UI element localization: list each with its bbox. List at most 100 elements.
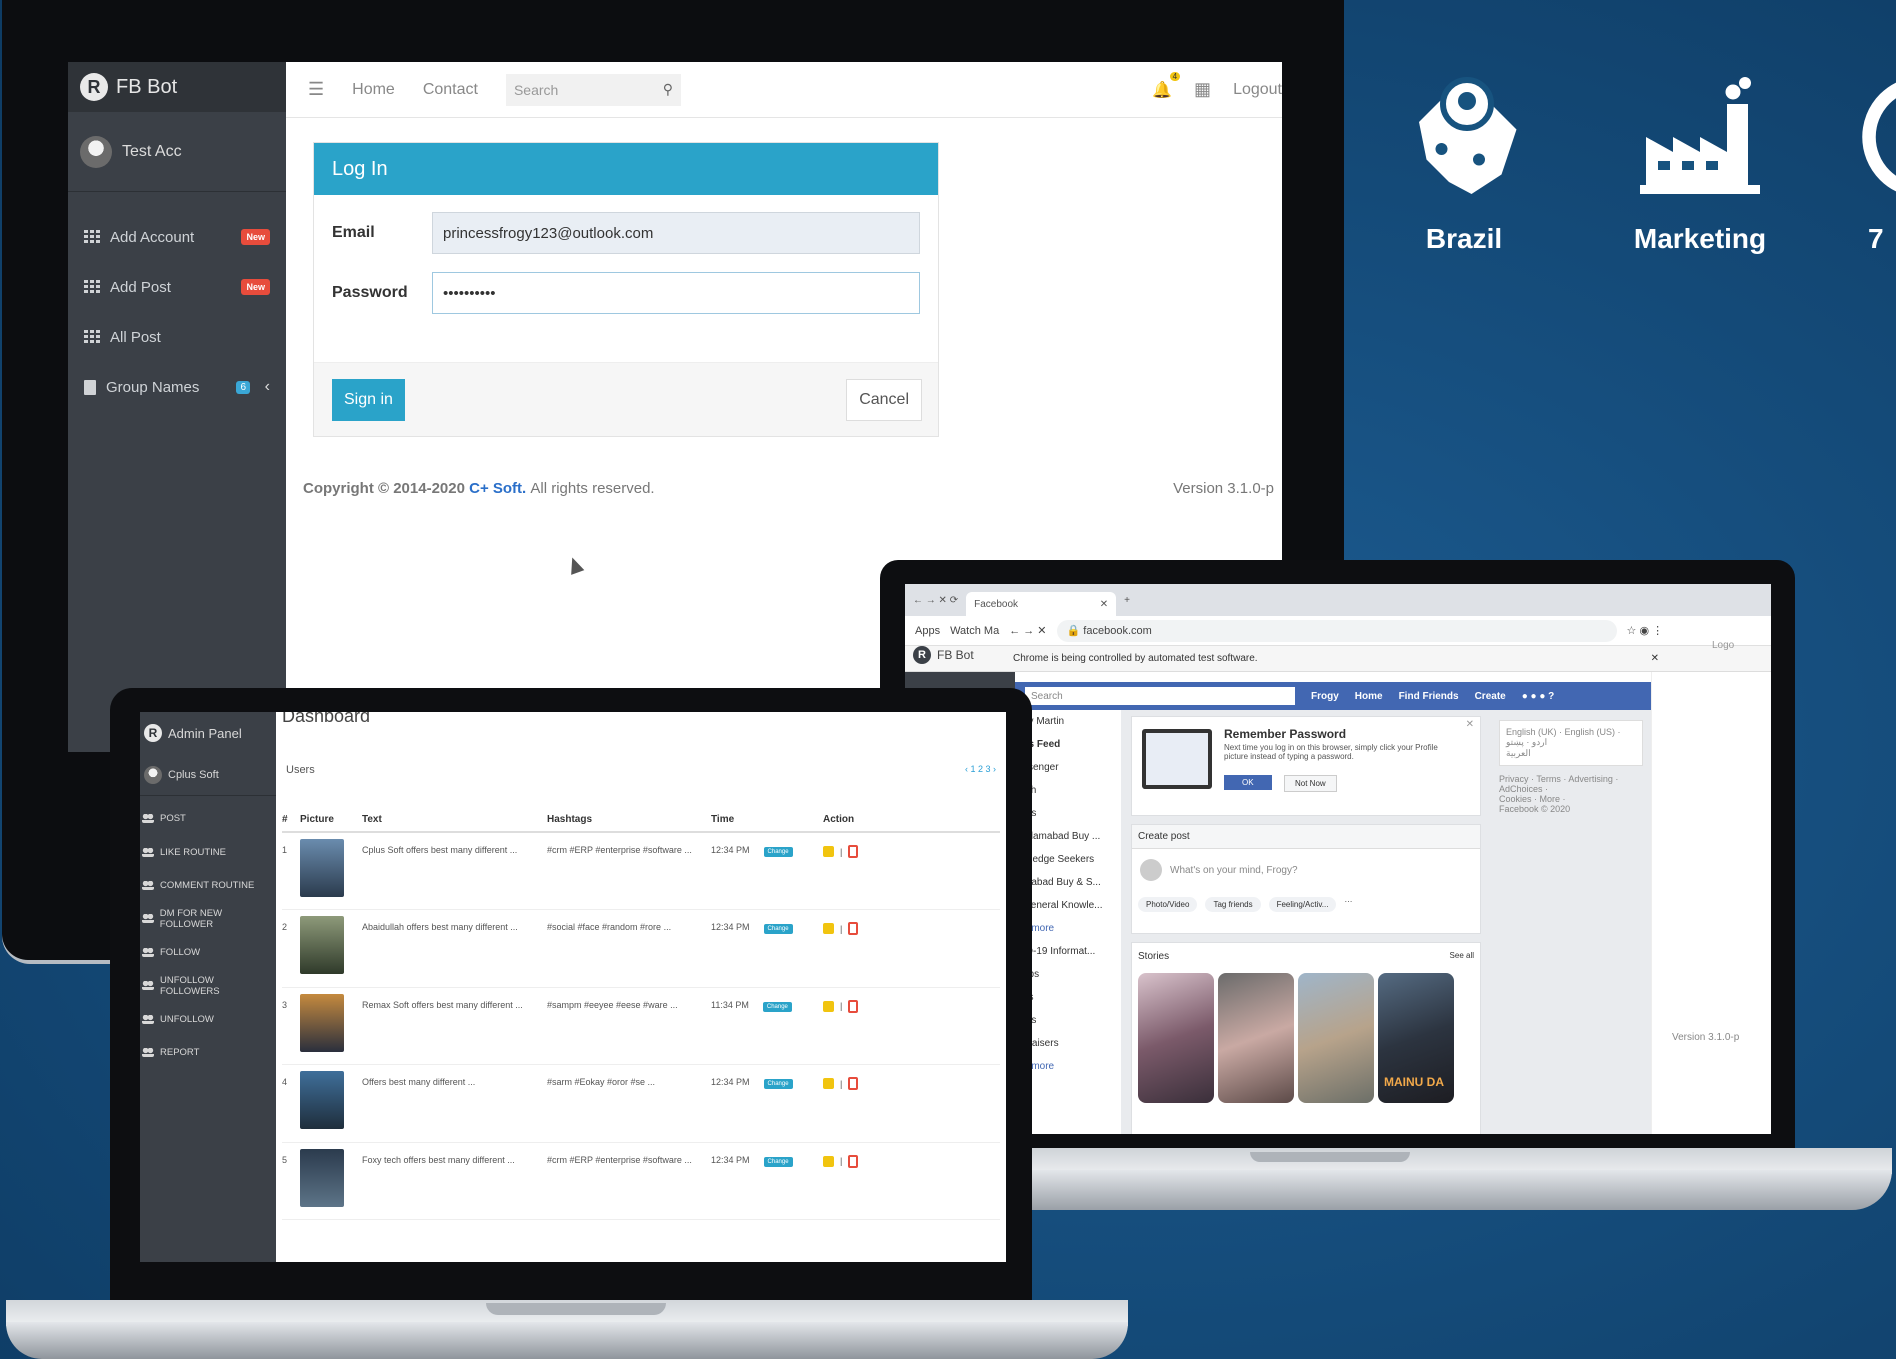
- post-thumbnail[interactable]: [300, 1148, 344, 1207]
- fb-notification-icons[interactable]: ● ● ● ?: [1522, 691, 1555, 702]
- time-text: 12:34 PM: [711, 922, 750, 933]
- nav-home[interactable]: Home: [352, 81, 395, 99]
- post-thumbnail[interactable]: [300, 1071, 344, 1130]
- languages-text-2[interactable]: العربية: [1506, 748, 1636, 759]
- footer-links[interactable]: Privacy · Terms · Advertising · AdChoice…: [1499, 774, 1643, 794]
- sidebar-item-add-post[interactable]: Add Post New: [68, 262, 286, 312]
- change-button[interactable]: Change: [763, 1079, 793, 1090]
- close-icon[interactable]: ✕: [1100, 599, 1108, 610]
- sidebar-item-all-post[interactable]: All Post: [68, 312, 286, 362]
- delete-icon[interactable]: [848, 1154, 859, 1168]
- pagination[interactable]: ‹ 1 2 3 ›: [965, 764, 996, 774]
- fb-nav-home[interactable]: Home: [1355, 691, 1383, 702]
- logout-link[interactable]: Logout: [1233, 81, 1282, 99]
- search-input[interactable]: Search ⚲: [505, 73, 681, 106]
- sidebar-item-follow[interactable]: FOLLOW: [140, 936, 276, 969]
- new-tab-icon[interactable]: +: [1124, 595, 1130, 606]
- delete-icon[interactable]: [848, 999, 859, 1013]
- password-field[interactable]: [432, 272, 920, 314]
- feeling-button[interactable]: Feeling/Activ...: [1268, 897, 1337, 912]
- row-actions: |: [823, 987, 1000, 1066]
- fb-nav-find-friends[interactable]: Find Friends: [1399, 691, 1459, 702]
- tab-facebook[interactable]: Facebook ✕: [966, 592, 1117, 616]
- posts-table: # Picture Text Hashtags Time Action 1 Cp…: [282, 808, 1000, 1221]
- search-icon[interactable]: ⚲: [663, 81, 673, 98]
- fb-nav-create[interactable]: Create: [1475, 691, 1506, 702]
- sidebar-item-comment-routine[interactable]: COMMENT ROUTINE: [140, 869, 276, 902]
- sidebar-item-label: LIKE ROUTINE: [160, 846, 226, 858]
- sidebar-item-group-names[interactable]: Group Names 6 ‹: [68, 362, 286, 412]
- chevron-left-icon[interactable]: ‹: [265, 378, 270, 396]
- brand-name: Admin Panel: [168, 725, 242, 741]
- bell-icon[interactable]: 🔔 4: [1152, 71, 1181, 100]
- back-icon[interactable]: ← → ✕: [1009, 624, 1046, 637]
- story[interactable]: [1218, 973, 1294, 1103]
- bookmark-apps[interactable]: Apps: [915, 625, 940, 637]
- address-bar[interactable]: 🔒 facebook.com: [1056, 619, 1617, 642]
- sidebar-item-report[interactable]: REPORT: [140, 1036, 276, 1069]
- edit-icon[interactable]: [823, 923, 834, 935]
- row-time: 12:34 PM Change: [711, 909, 823, 988]
- fb-search-input[interactable]: Search: [1025, 687, 1295, 705]
- edit-icon[interactable]: [823, 1155, 834, 1167]
- edit-icon[interactable]: [823, 1000, 834, 1012]
- sidebar-item-unfollow-followers[interactable]: UNFOLLOW FOLLOWERS: [140, 969, 276, 1002]
- stories-title: Stories: [1138, 951, 1170, 962]
- email-field[interactable]: [432, 212, 920, 254]
- close-icon[interactable]: ✕: [1466, 719, 1474, 730]
- admin-brand[interactable]: R Admin Panel: [140, 712, 276, 754]
- see-all-link[interactable]: See all: [1450, 951, 1474, 960]
- change-button[interactable]: Change: [763, 847, 793, 857]
- sidebar-item-like-routine[interactable]: LIKE ROUTINE: [140, 835, 276, 868]
- sign-in-button[interactable]: Sign in: [332, 379, 405, 421]
- divider: |: [840, 923, 843, 934]
- cancel-button[interactable]: Cancel: [846, 379, 922, 421]
- row-actions: |: [823, 1142, 1000, 1221]
- sidebar-item-unfollow[interactable]: UNFOLLOW: [140, 1002, 276, 1035]
- menu-icon[interactable]: ☰: [308, 79, 324, 100]
- post-thumbnail[interactable]: [300, 839, 344, 897]
- languages-text[interactable]: English (UK) · English (US) · اردو · پښت…: [1506, 727, 1636, 748]
- row-hashtags: #sarm #Eokay #oror #se ...: [547, 1064, 711, 1143]
- story[interactable]: [1298, 973, 1374, 1103]
- not-now-button[interactable]: Not Now: [1284, 775, 1337, 792]
- ok-button[interactable]: OK: [1224, 775, 1272, 790]
- user-panel[interactable]: Test Acc: [68, 112, 286, 192]
- edit-icon[interactable]: [823, 846, 834, 857]
- row-actions: |: [823, 832, 1000, 911]
- row-time: 12:34 PM Change: [711, 1064, 823, 1143]
- delete-icon[interactable]: [848, 1077, 859, 1091]
- delete-icon[interactable]: [848, 922, 859, 936]
- apps-icon[interactable]: ▦: [1194, 79, 1211, 100]
- change-button[interactable]: Change: [763, 1156, 793, 1167]
- story[interactable]: MAINU DA: [1378, 973, 1454, 1103]
- story-add[interactable]: [1138, 973, 1214, 1103]
- window-controls-icon[interactable]: ← → ✕ ⟳: [913, 595, 958, 606]
- edit-icon[interactable]: [823, 1078, 834, 1090]
- more-icon[interactable]: ···: [1344, 897, 1352, 912]
- copyright-brand[interactable]: C+ Soft.: [469, 480, 526, 497]
- bookmark-watch[interactable]: Watch Ma: [950, 625, 999, 637]
- brand[interactable]: R FB Bot: [68, 62, 286, 112]
- change-button[interactable]: Change: [762, 1001, 792, 1012]
- post-thumbnail[interactable]: [300, 916, 344, 975]
- tag-friends-button[interactable]: Tag friends: [1205, 897, 1261, 912]
- sidebar-item-add-account[interactable]: Add Account New: [68, 212, 286, 262]
- brand[interactable]: R FB Bot: [905, 640, 982, 670]
- fb-nav-profile[interactable]: Frogy: [1311, 691, 1339, 702]
- sidebar-item-post[interactable]: POST: [140, 802, 276, 835]
- whats-on-mind-input[interactable]: What's on your mind, Frogy?: [1132, 849, 1480, 891]
- close-icon[interactable]: ✕: [1651, 653, 1659, 664]
- nav-contact[interactable]: Contact: [423, 81, 478, 99]
- post-thumbnail[interactable]: [300, 993, 344, 1052]
- create-post-card: Create post What's on your mind, Frogy? …: [1131, 824, 1481, 934]
- profile-icon[interactable]: ☆ ◉ ⋮: [1627, 624, 1664, 637]
- photo-video-button[interactable]: Photo/Video: [1138, 897, 1198, 912]
- divider: |: [840, 1078, 843, 1089]
- delete-icon[interactable]: [848, 845, 859, 858]
- logout-link[interactable]: Logo: [1712, 640, 1734, 651]
- footer-links-2[interactable]: Cookies · More ·: [1499, 794, 1643, 804]
- sidebar-item-dm-new-follower[interactable]: DM FOR NEW FOLLOWER: [140, 902, 276, 935]
- change-button[interactable]: Change: [763, 924, 793, 935]
- admin-user[interactable]: Cplus Soft: [140, 754, 276, 796]
